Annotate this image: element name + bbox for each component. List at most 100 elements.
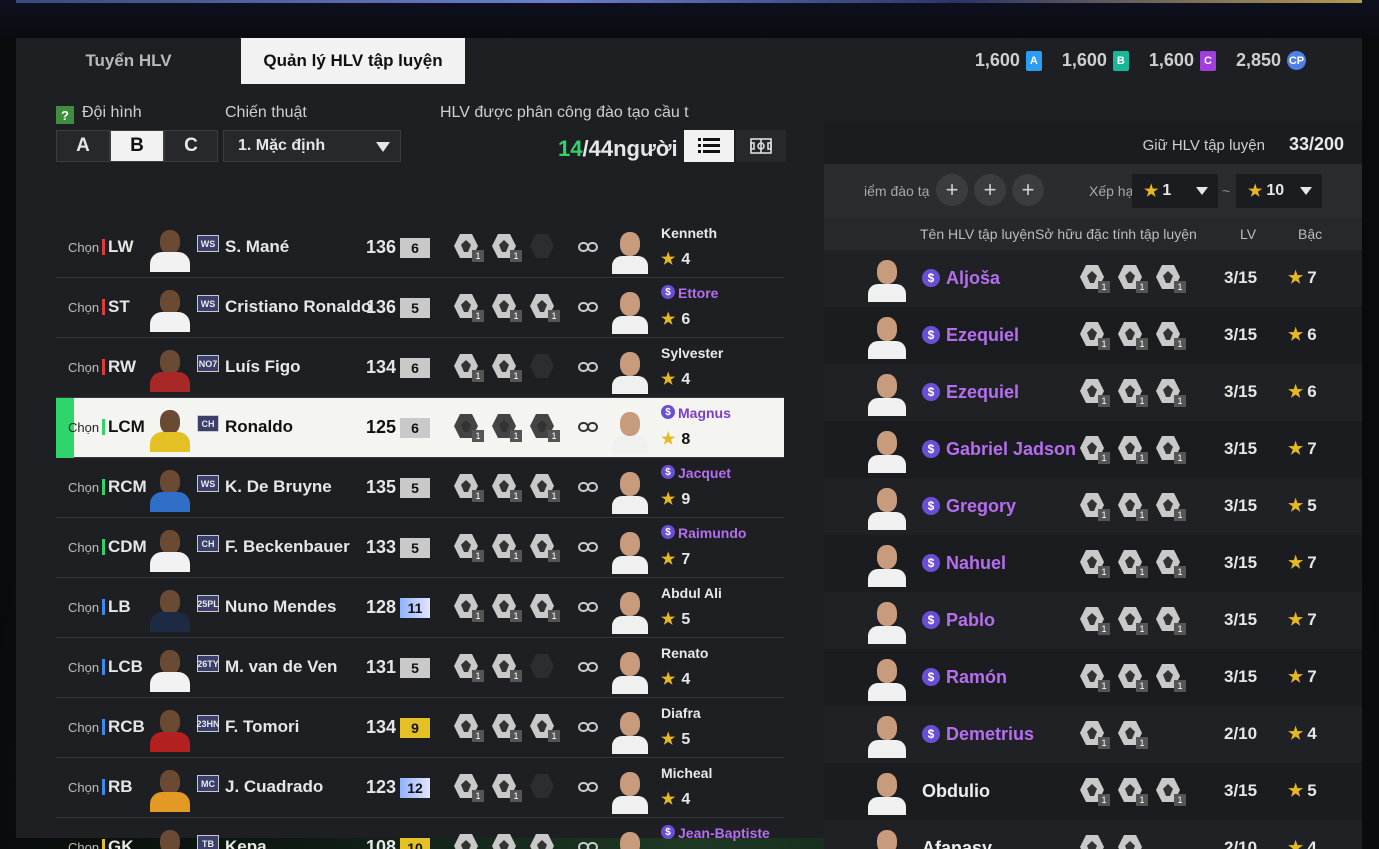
coach-row[interactable]: Ramón 1 1 1 3/15 ★7: [824, 649, 1362, 706]
skill-hex-icon: [1118, 835, 1142, 849]
tactic-dropdown[interactable]: 1. Mặc định: [223, 130, 401, 162]
select-label[interactable]: Chọn: [68, 240, 99, 255]
training-skill-icon: 1: [490, 472, 522, 502]
add-filter-button-2[interactable]: +: [974, 174, 1006, 206]
player-position: RW: [108, 357, 137, 376]
tab-recruit-coach[interactable]: Tuyển HLV: [16, 38, 241, 84]
coach-row[interactable]: Demetrius112/10★4: [824, 706, 1362, 763]
position-color-bar: [102, 719, 105, 735]
player-ovr: 134: [366, 357, 397, 377]
coach-row[interactable]: Ezequiel 1 1 1 3/15 ★6: [824, 307, 1362, 364]
select-label[interactable]: Chọn: [68, 840, 99, 849]
player-row[interactable]: ChọnCDMCHF. Beckenbauer1335111Raimundo★7: [56, 518, 784, 578]
coach-row[interactable]: Gabriel Jadson 1 1 1 3/15 ★7: [824, 421, 1362, 478]
player-row[interactable]: Chọn LB 25PL Nuno Mendes 128 11 1 1 1 Abdul Ali ★ 5: [56, 578, 784, 638]
player-row[interactable]: Chọn RCB 23HN F. Tomori 134 9 1 1 1 Diafra ★ 5: [56, 698, 784, 758]
formation-c-button[interactable]: C: [164, 130, 218, 162]
header-lv[interactable]: LV: [1240, 226, 1256, 242]
select-label[interactable]: Chọn: [68, 360, 99, 375]
select-label[interactable]: Chọn: [68, 600, 99, 615]
select-label[interactable]: Chọn: [68, 300, 99, 315]
coach-name: Obdulio: [922, 781, 990, 801]
link-icon[interactable]: [578, 540, 598, 554]
coach-row[interactable]: Pablo 1 1 1 3/15 ★7: [824, 592, 1362, 649]
select-label[interactable]: Chọn: [68, 720, 99, 735]
link-icon[interactable]: [578, 720, 598, 734]
avatar-shirt: [868, 455, 906, 473]
header-traits[interactable]: Sở hữu đặc tính tập luyện: [1035, 226, 1197, 242]
add-filter-button-3[interactable]: +: [1012, 174, 1044, 206]
link-icon[interactable]: [578, 420, 598, 434]
star-icon: ★: [661, 491, 676, 508]
select-label[interactable]: Chọn: [68, 780, 99, 795]
link-icon[interactable]: [578, 240, 598, 254]
list-view-button[interactable]: [684, 130, 734, 162]
avatar-shirt: [868, 683, 906, 701]
add-filter-button-1[interactable]: +: [936, 174, 968, 206]
header-rank[interactable]: Bậc: [1298, 226, 1322, 242]
star-icon: ★: [1288, 610, 1304, 629]
player-training-skills: 1 1 1: [452, 532, 560, 562]
link-icon[interactable]: [578, 660, 598, 674]
player-row[interactable]: ChọnGKTBKepa10810111Jean-Baptiste★8: [56, 818, 784, 849]
rank-from-value: 1: [1162, 182, 1172, 199]
coach-row[interactable]: Nahuel 1 1 1 3/15 ★7: [824, 535, 1362, 592]
player-row[interactable]: Chọn LW WS S. Mané 136 6 1 1 Kenneth ★ 4: [56, 218, 784, 278]
coach-avatar: [866, 484, 908, 530]
link-icon[interactable]: [578, 840, 598, 849]
training-skill-icon: 1: [452, 412, 484, 442]
training-skill-icon: 1: [1078, 662, 1110, 692]
training-skill-icon: 1: [1154, 548, 1186, 578]
coach-rank: ★ 7: [1288, 610, 1317, 630]
assigned-coach-name: Jacquet: [661, 465, 731, 481]
coach-name: Gregory: [922, 496, 1016, 517]
select-label[interactable]: Chọn: [68, 480, 99, 495]
coach-row[interactable]: Obdulio 1 1 1 3/15 ★ 5: [824, 763, 1362, 820]
player-list: Chọn LW WS S. Mané 136 6 1 1 Kenneth ★ 4 Chọn ST WS Cr…: [56, 218, 784, 849]
tab-manage-coach[interactable]: Quản lý HLV tập luyện: [241, 38, 465, 84]
coach-rank: ★ 7: [1288, 667, 1317, 687]
rank-to-dropdown[interactable]: ★ 10: [1236, 174, 1322, 208]
field-view-button[interactable]: [736, 130, 786, 162]
link-icon[interactable]: [578, 480, 598, 494]
player-training-skills: 1 1 1: [452, 292, 560, 322]
coach-rank: ★ 5: [1288, 496, 1317, 516]
player-row[interactable]: Chọn RW NO7 Luís Figo 134 6 1 1 Sylvester ★ 4: [56, 338, 784, 398]
select-label[interactable]: Chọn: [68, 420, 99, 435]
player-row[interactable]: Chọn RB MC J. Cuadrado 123 12 1 1 Micheal ★ 4: [56, 758, 784, 818]
link-icon[interactable]: [578, 780, 598, 794]
assigned-count-value: 14: [558, 136, 583, 161]
coach-row[interactable]: Aljoša 1 1 1 3/15 ★7: [824, 250, 1362, 307]
skill-count: 1: [472, 610, 484, 622]
avatar-shirt: [612, 556, 648, 574]
link-icon[interactable]: [578, 600, 598, 614]
player-position: LB: [108, 597, 131, 616]
player-avatar: [146, 224, 194, 272]
player-avatar: [146, 584, 194, 632]
player-row[interactable]: ChọnLCMCHRonaldo1256111Magnus★8: [56, 398, 784, 458]
avatar-head: [160, 590, 180, 614]
formation-a-button[interactable]: A: [56, 130, 110, 162]
select-label[interactable]: Chọn: [68, 540, 99, 555]
player-row[interactable]: ChọnRCMWSK. De Bruyne1355111Jacquet★9: [56, 458, 784, 518]
star-icon: ★: [661, 311, 676, 328]
star-icon: ★: [1288, 667, 1304, 686]
help-icon[interactable]: ?: [56, 106, 74, 124]
select-label[interactable]: Chọn: [68, 660, 99, 675]
coach-row[interactable]: Ezequiel 1 1 1 3/15 ★6: [824, 364, 1362, 421]
player-row[interactable]: ChọnSTWSCristiano Ronaldo1365111Ettore★6: [56, 278, 784, 338]
avatar-head: [160, 650, 180, 674]
header-name[interactable]: Tên HLV tập luyện: [920, 226, 1035, 242]
coach-row[interactable]: Gregory 1 1 1 3/15 ★5: [824, 478, 1362, 535]
link-icon[interactable]: [578, 360, 598, 374]
training-skill-icon: 1: [490, 772, 522, 802]
coach-row[interactable]: Afanasy 11 2/10 ★4: [824, 820, 1362, 849]
player-avatar: [146, 644, 194, 692]
training-skill-icon: 1: [490, 592, 522, 622]
link-icon[interactable]: [578, 300, 598, 314]
player-row[interactable]: Chọn LCB 26TY M. van de Ven 131 5 1 1 Renato ★ 4: [56, 638, 784, 698]
rank-from-dropdown[interactable]: ★ 1: [1132, 174, 1218, 208]
training-skill-icon: 1: [1116, 320, 1148, 350]
formation-b-button[interactable]: B: [110, 130, 164, 162]
currency-badge-icon: A: [1025, 50, 1042, 71]
